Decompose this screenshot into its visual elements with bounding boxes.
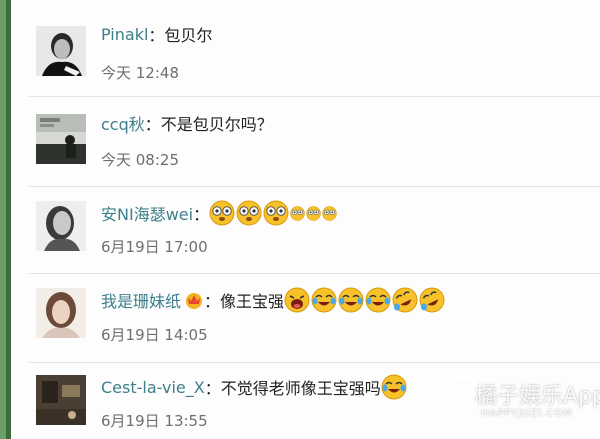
laugh-cry-emoji-icon [338, 287, 364, 313]
dizzy-eyes-emoji-icon [236, 200, 262, 226]
watermark: 橘子娱乐App HAPPYJUZI.COM [441, 364, 600, 436]
separator: ： [204, 292, 221, 311]
girl-portrait-avatar-image [36, 288, 86, 338]
username-link[interactable]: 安NI海瑟wei [101, 201, 193, 225]
dizzy-eyes-small-emoji-icon [290, 205, 305, 221]
dizzy-eyes-emoji-icon [263, 200, 289, 226]
user-avatar[interactable] [36, 26, 86, 76]
user-avatar[interactable] [36, 375, 86, 425]
separator: ： [193, 205, 210, 224]
comment-feed: Pinakl ： 包贝尔 今天 12:48 ccq秋 ： 不是包贝尔吗？ 今天 … [11, 0, 600, 439]
comment-item: 我是珊妹纸 ： 像王宝强 6月19日 14:05 [11, 274, 600, 362]
username-link[interactable]: Pinakl [101, 25, 148, 44]
woman-portrait-avatar-image [36, 201, 86, 251]
vip-crown-badge-icon [184, 290, 204, 310]
laughing-open-mouth-emoji-icon [284, 287, 310, 313]
timestamp: 今天 08:25 [101, 151, 179, 169]
rolling-laugh-emoji-icon [419, 287, 445, 313]
watermark-logo-icon [447, 376, 475, 404]
timestamp: 6月19日 14:05 [101, 326, 208, 344]
dizzy-eyes-small-emoji-icon [322, 205, 337, 221]
username-link[interactable]: 我是珊妹纸 [101, 288, 181, 312]
comment-line: 安NI海瑟wei ： [101, 199, 338, 227]
watermark-text: 橘子娱乐App [475, 384, 600, 409]
comment-line: ccq秋 ： 不是包贝尔吗？ [101, 111, 273, 135]
comment-line: Cest-la-vie_X ： 不觉得老师像王宝强吗 [101, 373, 408, 401]
username-link[interactable]: Cest-la-vie_X [101, 378, 205, 397]
room-scene-avatar-image [36, 375, 86, 425]
dizzy-eyes-emoji-icon [209, 200, 235, 226]
dizzy-eyes-small-emoji-icon [306, 205, 321, 221]
separator: ： [148, 26, 165, 45]
separator: ： [204, 379, 221, 398]
timestamp: 6月19日 17:00 [101, 238, 208, 256]
comment-text: 像王宝强 [220, 292, 285, 311]
separator: ： [144, 115, 161, 134]
user-avatar[interactable] [36, 201, 86, 251]
timestamp: 6月19日 13:55 [101, 412, 208, 430]
laugh-cry-emoji-icon [381, 374, 407, 400]
comment-line: Pinakl ： 包贝尔 [101, 22, 212, 46]
dark-scene-avatar-image [36, 114, 86, 164]
username-link[interactable]: ccq秋 [101, 111, 145, 135]
comment-line: 我是珊妹纸 ： 像王宝强 [101, 286, 446, 314]
left-green-strip [0, 0, 11, 439]
comment-item: ccq秋 ： 不是包贝尔吗？ 今天 08:25 [11, 97, 600, 186]
comment-text: 不觉得老师像王宝强吗 [220, 379, 381, 398]
user-avatar[interactable] [36, 288, 86, 338]
comment-text: 不是包贝尔吗？ [160, 115, 273, 134]
man-portrait-avatar-image [36, 26, 86, 76]
timestamp: 今天 12:48 [101, 64, 179, 82]
watermark-subtext: HAPPYJUZI.COM [481, 408, 573, 419]
user-avatar[interactable] [36, 114, 86, 164]
rolling-laugh-emoji-icon [392, 287, 418, 313]
comment-item: 安NI海瑟wei ： 6月19日 17:00 [11, 187, 600, 273]
comment-text: 包贝尔 [164, 26, 213, 45]
laugh-cry-emoji-icon [365, 287, 391, 313]
laugh-cry-emoji-icon [311, 287, 337, 313]
comment-item: Pinakl ： 包贝尔 今天 12:48 [11, 0, 600, 96]
